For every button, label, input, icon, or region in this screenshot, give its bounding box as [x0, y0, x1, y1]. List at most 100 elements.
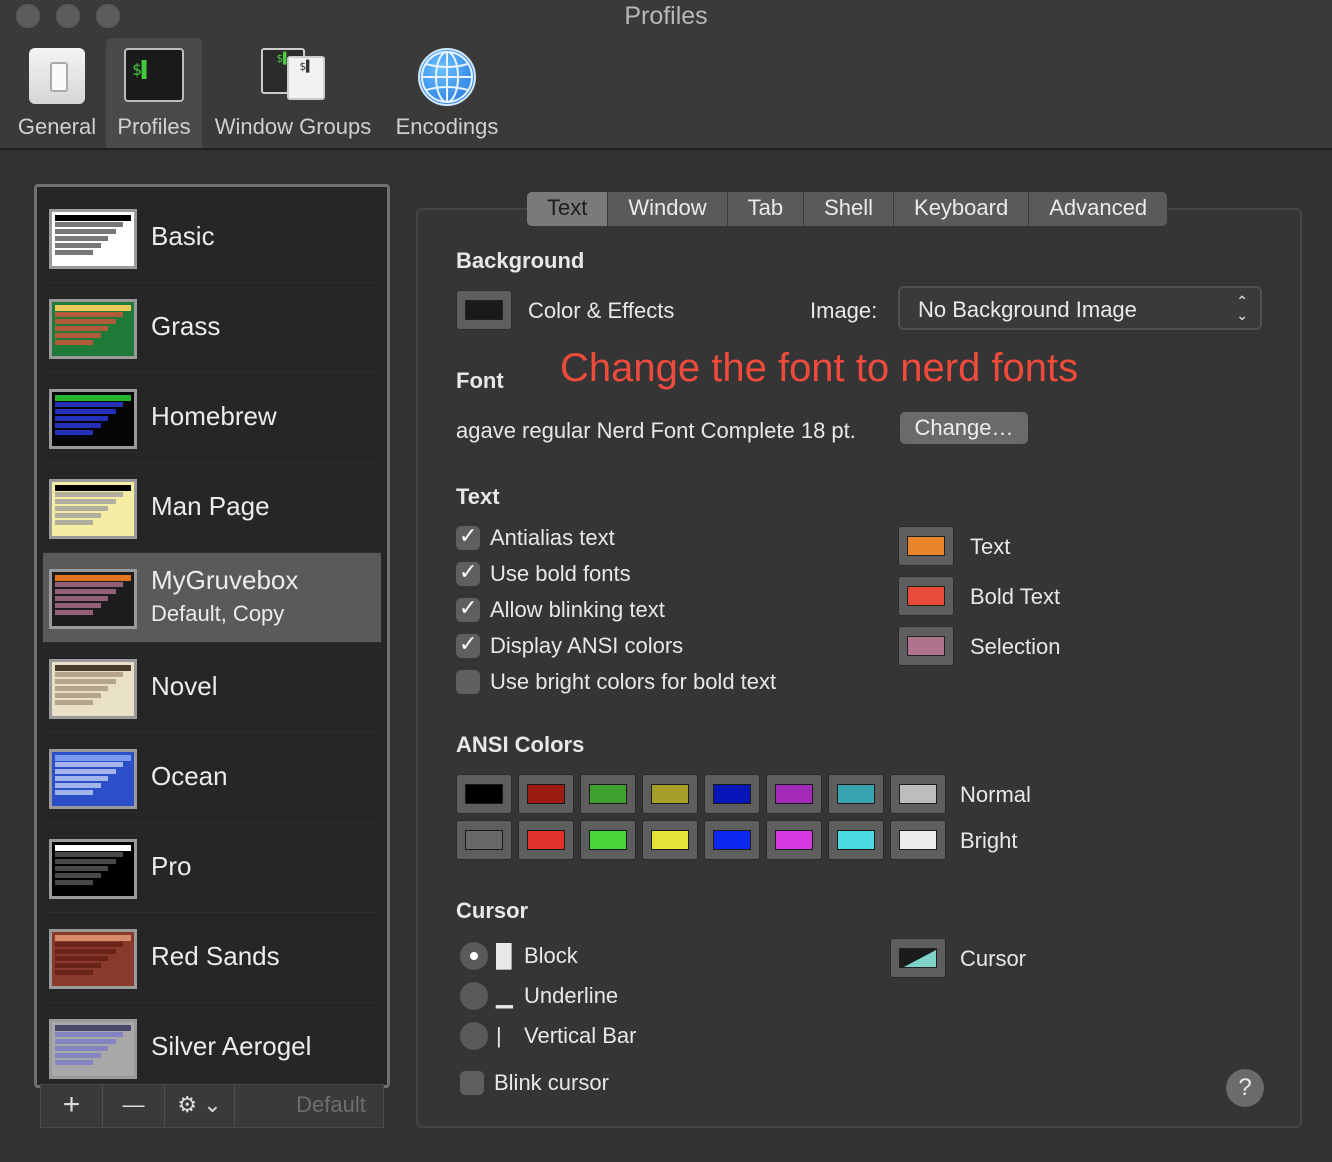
cursor-style-label: Vertical Bar [524, 1023, 637, 1048]
ansi-normal-color-well[interactable] [766, 774, 822, 814]
text-option-label: Use bright colors for bold text [490, 669, 777, 694]
toolbar-general-label: General [17, 114, 97, 139]
toolbar-window-groups[interactable]: $▌ $▌ Window Groups [206, 38, 380, 148]
profile-row[interactable]: Homebrew [43, 373, 381, 463]
cursor-color-label: Cursor [960, 946, 1027, 971]
profile-row[interactable]: Grass [43, 283, 381, 373]
text-color-label: Text [970, 534, 1011, 559]
background-image-value: No Background Image [918, 297, 1137, 322]
color-effects-label: Color & Effects [528, 298, 675, 323]
ansi-normal-color-well[interactable] [580, 774, 636, 814]
text-option-label: Antialias text [490, 525, 615, 550]
ansi-bright-label: Bright [960, 828, 1018, 853]
cursor-style-label: Block [524, 943, 578, 968]
cursor-color-well[interactable] [890, 938, 946, 978]
text-option-checkbox[interactable] [456, 670, 480, 694]
ansi-bright-color-well[interactable] [456, 820, 512, 860]
profile-row[interactable]: Silver Aerogel [43, 1003, 381, 1085]
profile-name: Pro [151, 851, 192, 881]
profile-preview-thumbnail [49, 749, 137, 809]
background-image-select[interactable]: No Background Image ⌃ ⌄ [898, 286, 1262, 330]
ansi-normal-label: Normal [960, 782, 1031, 807]
ansi-bright-color-well[interactable] [828, 820, 884, 860]
cursor-style-radio[interactable] [460, 942, 488, 970]
text-heading: Text [456, 484, 500, 509]
profile-name: MyGruvebox [151, 565, 299, 595]
text-option-checkbox[interactable] [456, 595, 480, 622]
profile-row[interactable]: Pro [43, 823, 381, 913]
profile-row[interactable]: MyGruvebox Default, Copy [43, 553, 381, 643]
ansi-normal-color-well[interactable] [642, 774, 698, 814]
text-color-well[interactable] [898, 526, 954, 566]
default-button[interactable]: Default [277, 1085, 385, 1127]
profile-name: Man Page [151, 491, 270, 521]
text-color-well[interactable] [898, 576, 954, 616]
blink-cursor-checkbox[interactable] [460, 1071, 484, 1095]
profile-name: Grass [151, 311, 221, 341]
remove-profile-button[interactable]: — [103, 1085, 165, 1127]
profile-row[interactable]: Man Page [43, 463, 381, 553]
ansi-normal-color-well[interactable] [704, 774, 760, 814]
font-heading: Font [456, 368, 504, 393]
ansi-normal-color-well[interactable] [518, 774, 574, 814]
ansi-colors-heading: ANSI Colors [456, 732, 585, 757]
ansi-normal-color-well[interactable] [890, 774, 946, 814]
profile-preview-thumbnail [49, 569, 137, 629]
profile-subtitle: Default, Copy [151, 601, 285, 626]
profile-name: Silver Aerogel [151, 1031, 312, 1061]
settings-tabs: Text Window Tab Shell Keyboard Advanced [527, 192, 1168, 226]
annotation-text: Change the font to nerd fonts [560, 346, 1079, 390]
cursor-style-radio[interactable] [460, 1022, 488, 1050]
profile-list[interactable]: Basic Grass Homebrew Man Page MyGruvebox Defa… [34, 184, 390, 1088]
profile-row[interactable]: Ocean [43, 733, 381, 823]
window-title: Profiles [624, 2, 708, 30]
text-color-well[interactable] [898, 626, 954, 666]
tab-tab[interactable]: Tab [728, 192, 805, 226]
text-option-label: Use bold fonts [490, 561, 631, 586]
profile-preview-thumbnail [49, 839, 137, 899]
blink-cursor-label: Blink cursor [494, 1070, 609, 1095]
ansi-normal-color-well[interactable] [456, 774, 512, 814]
add-profile-button[interactable]: + [41, 1085, 103, 1127]
ansi-bright-color-well[interactable] [704, 820, 760, 860]
tab-keyboard[interactable]: Keyboard [894, 192, 1030, 226]
background-color-well[interactable] [456, 290, 512, 330]
cursor-style-radio[interactable] [460, 982, 488, 1010]
text-color-label: Bold Text [970, 584, 1061, 609]
profile-name: Homebrew [151, 401, 277, 431]
profile-row[interactable]: Red Sands [43, 913, 381, 1003]
toolbar-encodings[interactable]: Encodings [388, 38, 506, 148]
ansi-bright-color-well[interactable] [580, 820, 636, 860]
cursor-heading: Cursor [456, 898, 529, 923]
tab-advanced[interactable]: Advanced [1029, 192, 1167, 226]
general-switch-icon [29, 48, 85, 104]
help-button[interactable]: ? [1226, 1069, 1264, 1107]
profile-name: Novel [151, 671, 218, 701]
tab-shell[interactable]: Shell [804, 192, 895, 226]
profile-row[interactable]: Basic [43, 193, 381, 283]
tab-text[interactable]: Text [527, 192, 609, 226]
profile-preview-thumbnail [49, 389, 137, 449]
toolbar-profiles[interactable]: Profiles [106, 38, 202, 148]
tab-window[interactable]: Window [608, 192, 728, 226]
gear-menu-button[interactable]: ⚙︎ ⌄ [165, 1085, 235, 1127]
text-option-label: Display ANSI colors [490, 633, 684, 658]
text-option-label: Allow blinking text [490, 597, 665, 622]
profile-preview-thumbnail [49, 1019, 137, 1079]
text-option-checkbox[interactable] [456, 523, 480, 550]
text-option-checkbox[interactable] [456, 559, 480, 586]
text-option-checkbox[interactable] [456, 631, 480, 658]
profile-row[interactable]: Novel [43, 643, 381, 733]
ansi-normal-color-well[interactable] [828, 774, 884, 814]
ansi-bright-color-well[interactable] [766, 820, 822, 860]
ansi-bright-color-well[interactable] [518, 820, 574, 860]
background-heading: Background [456, 248, 585, 273]
cursor-style-label: Underline [524, 983, 619, 1008]
toolbar-general[interactable]: General [10, 38, 104, 148]
ansi-bright-color-well[interactable] [642, 820, 698, 860]
ansi-bright-color-well[interactable] [890, 820, 946, 860]
cursor-style-glyph: | [496, 1023, 502, 1048]
profile-name: Red Sands [151, 941, 280, 971]
toolbar-profiles-label: Profiles [117, 114, 191, 139]
change-font-button[interactable]: Change… [900, 412, 1028, 444]
